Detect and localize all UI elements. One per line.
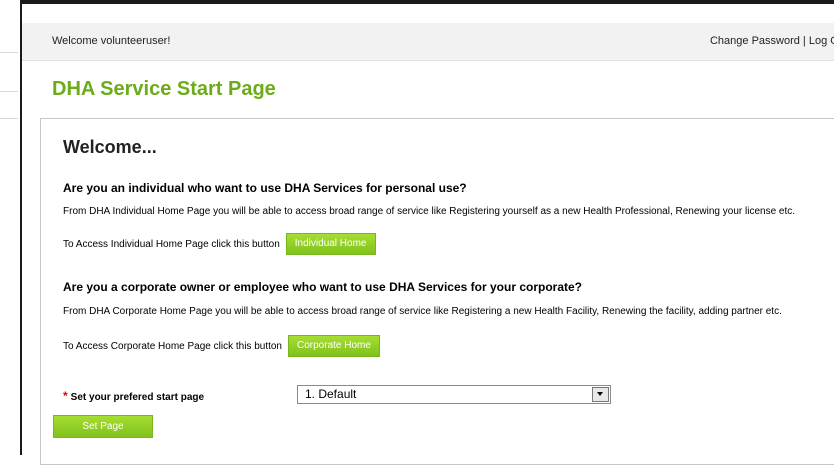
content-panel: Welcome... Are you an individual who wan…	[40, 118, 834, 465]
corporate-home-button[interactable]: Corporate Home	[288, 335, 380, 357]
corporate-question: Are you a corporate owner or employee wh…	[63, 280, 583, 294]
corporate-description: From DHA Corporate Home Page you will be…	[63, 306, 782, 317]
window-top-edge	[20, 0, 834, 4]
dropdown-arrow-icon[interactable]	[592, 387, 609, 402]
required-marker: *	[63, 389, 68, 403]
welcome-heading: Welcome...	[63, 137, 157, 157]
individual-access-text: To Access Individual Home Page click thi…	[63, 238, 280, 250]
edge-divider	[0, 118, 18, 119]
set-page-button[interactable]: Set Page	[53, 415, 153, 438]
individual-question: Are you an individual who want to use DH…	[63, 181, 467, 195]
start-page-select[interactable]: 1. Default	[297, 385, 611, 404]
account-links: Change Password | Log Out	[710, 35, 834, 47]
change-password-link[interactable]: Change Password	[710, 35, 800, 47]
welcome-message: Welcome volunteeruser!	[52, 35, 171, 47]
corporate-access-row: To Access Corporate Home Page click this…	[63, 335, 380, 357]
window-left-edge	[0, 0, 22, 455]
edge-divider	[0, 52, 18, 53]
edge-divider	[0, 91, 18, 92]
link-separator: |	[799, 35, 809, 47]
start-page-label-text: Set your prefered start page	[70, 392, 205, 403]
individual-access-row: To Access Individual Home Page click thi…	[63, 233, 376, 255]
page-title: DHA Service Start Page	[52, 78, 276, 100]
logout-link[interactable]: Log Out	[809, 35, 834, 47]
individual-description: From DHA Individual Home Page you will b…	[63, 206, 796, 217]
top-bar: Welcome volunteeruser! Change Password |…	[22, 23, 834, 61]
start-page-selected-value: 1. Default	[305, 387, 357, 401]
individual-home-button[interactable]: Individual Home	[285, 233, 376, 255]
corporate-access-text: To Access Corporate Home Page click this…	[63, 340, 282, 352]
start-page-label: * Set your prefered start page	[63, 389, 204, 403]
